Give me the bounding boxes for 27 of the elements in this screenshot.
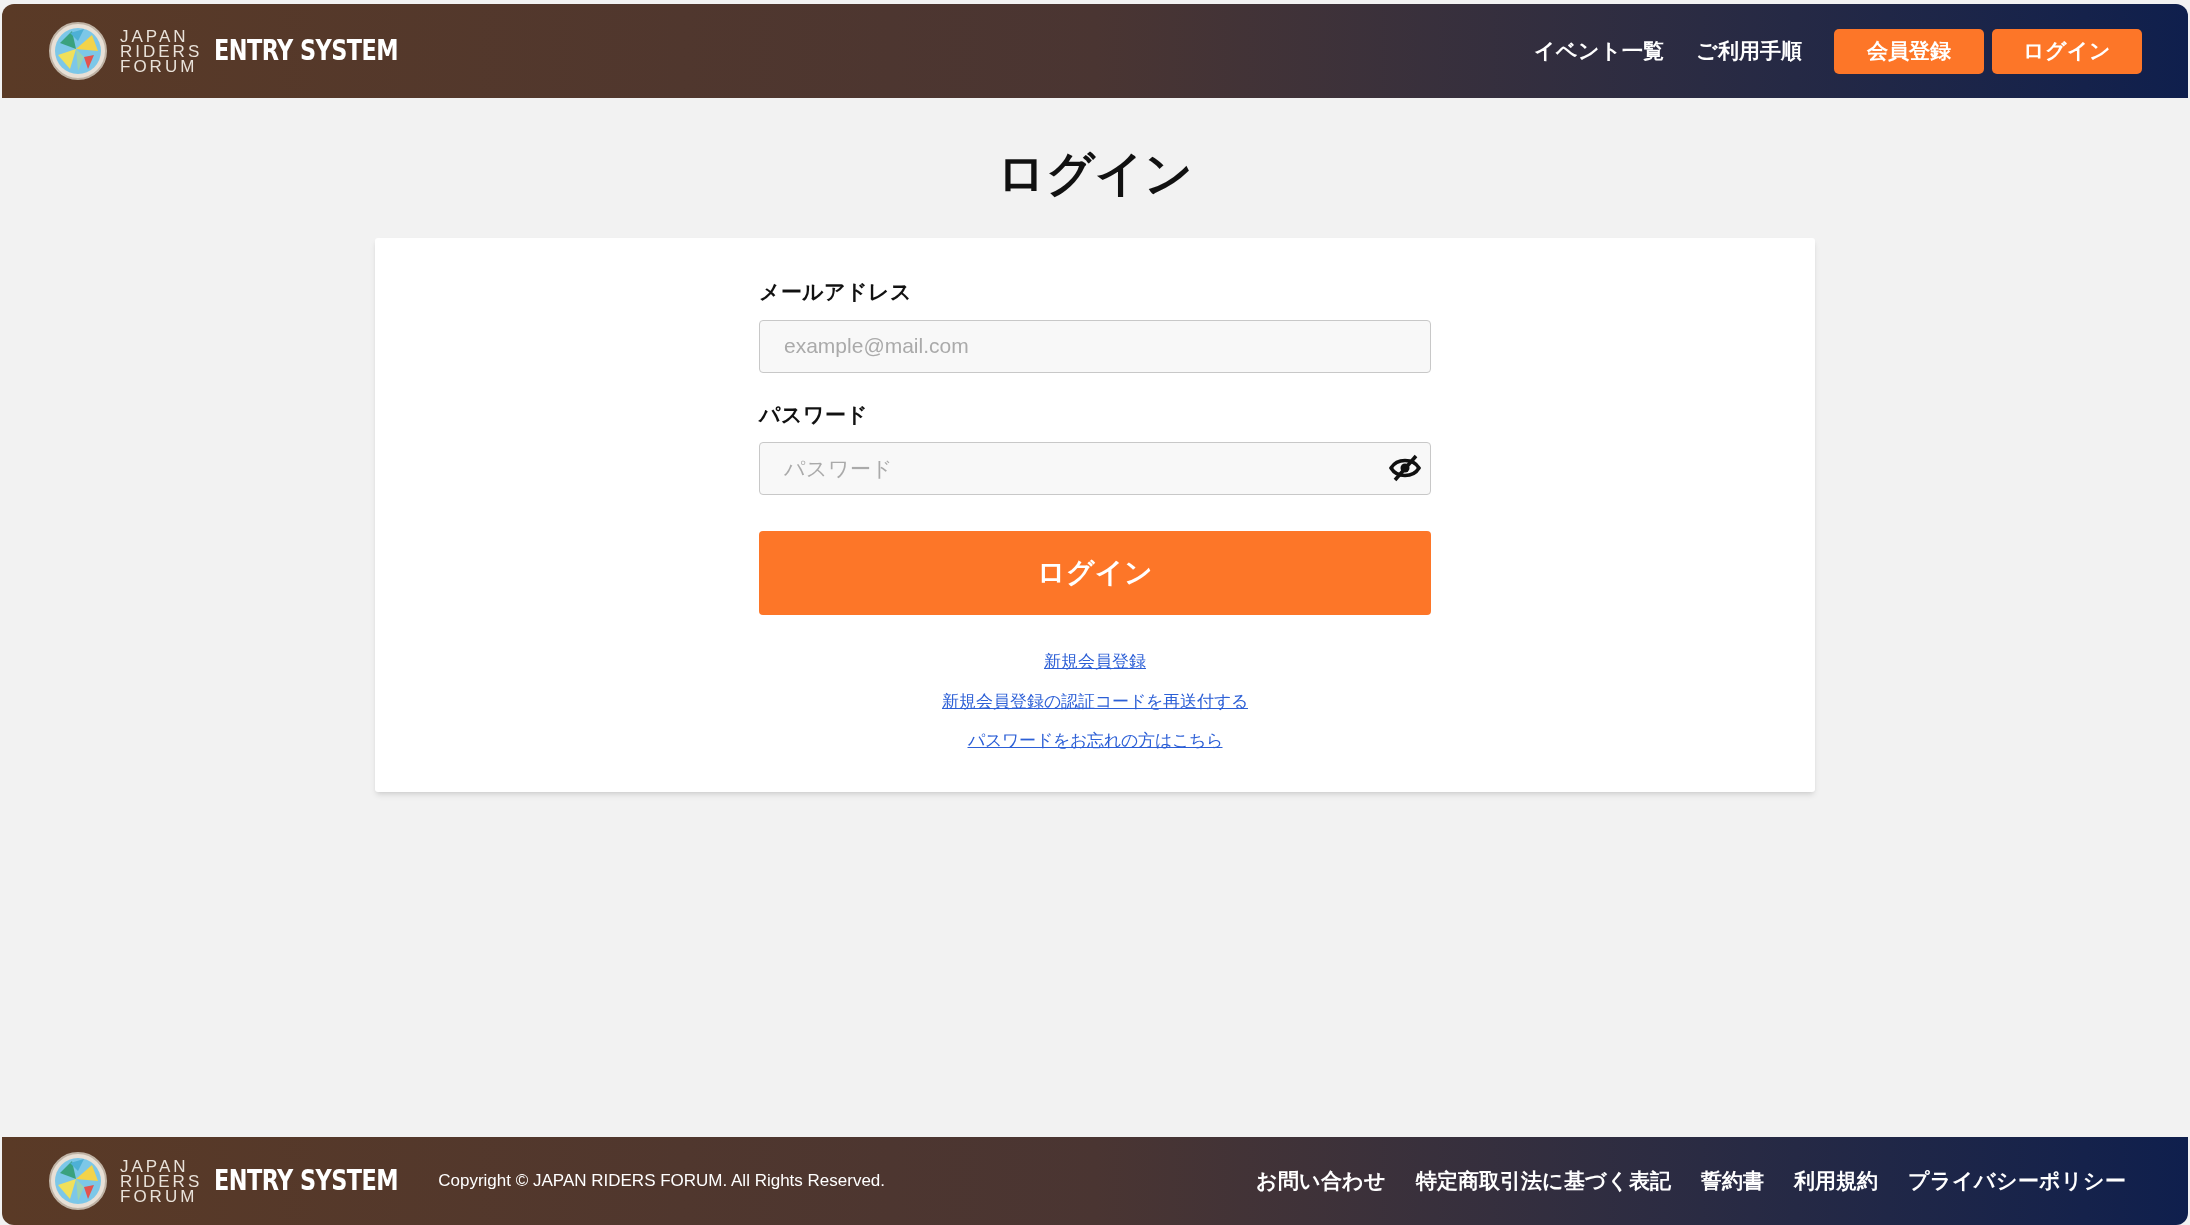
- text-link[interactable]: 新規会員登録の認証コードを再送付する: [942, 688, 1248, 714]
- email-field[interactable]: example@mail.com: [759, 319, 1431, 373]
- field-label: パスワード: [759, 401, 869, 428]
- footer-link[interactable]: 利用規約: [1794, 1165, 1878, 1197]
- page-title: ログイン: [997, 146, 1193, 202]
- logo-text: RIDERS: [120, 43, 203, 59]
- logo-text: FORUM: [120, 58, 198, 74]
- copyright-text: Copyright © JAPAN RIDERS FORUM. All Rights Reserved.: [438, 1170, 886, 1193]
- logo-text: JAPAN: [120, 28, 189, 44]
- text-link[interactable]: 新規会員登録: [1044, 649, 1146, 675]
- eye-slash-icon[interactable]: [1389, 454, 1421, 482]
- logo-text: RIDERS: [120, 1173, 203, 1189]
- nav-link[interactable]: ご利用手順: [1696, 35, 1802, 67]
- footer-link[interactable]: プライバシーポリシー: [1908, 1165, 2126, 1197]
- footer-link[interactable]: 特定商取引法に基づく表記: [1416, 1165, 1671, 1197]
- logo-text: FORUM: [120, 1188, 198, 1204]
- text-link[interactable]: パスワードをお忘れの方はこちら: [967, 728, 1223, 754]
- globe-logo-icon: [48, 1151, 108, 1211]
- footer-link[interactable]: 誓約書: [1701, 1165, 1764, 1197]
- globe-logo-icon: [48, 21, 108, 81]
- brand-title: ENTRY SYSTEM: [214, 33, 399, 69]
- field-label: メールアドレス: [759, 279, 913, 305]
- brand-title: ENTRY SYSTEM: [214, 1163, 399, 1199]
- logo-text: JAPAN: [120, 1158, 189, 1174]
- nav-link[interactable]: イベント一覧: [1534, 35, 1664, 67]
- password-field[interactable]: パスワード: [759, 442, 1431, 495]
- footer-link[interactable]: お問い合わせ: [1256, 1165, 1386, 1197]
